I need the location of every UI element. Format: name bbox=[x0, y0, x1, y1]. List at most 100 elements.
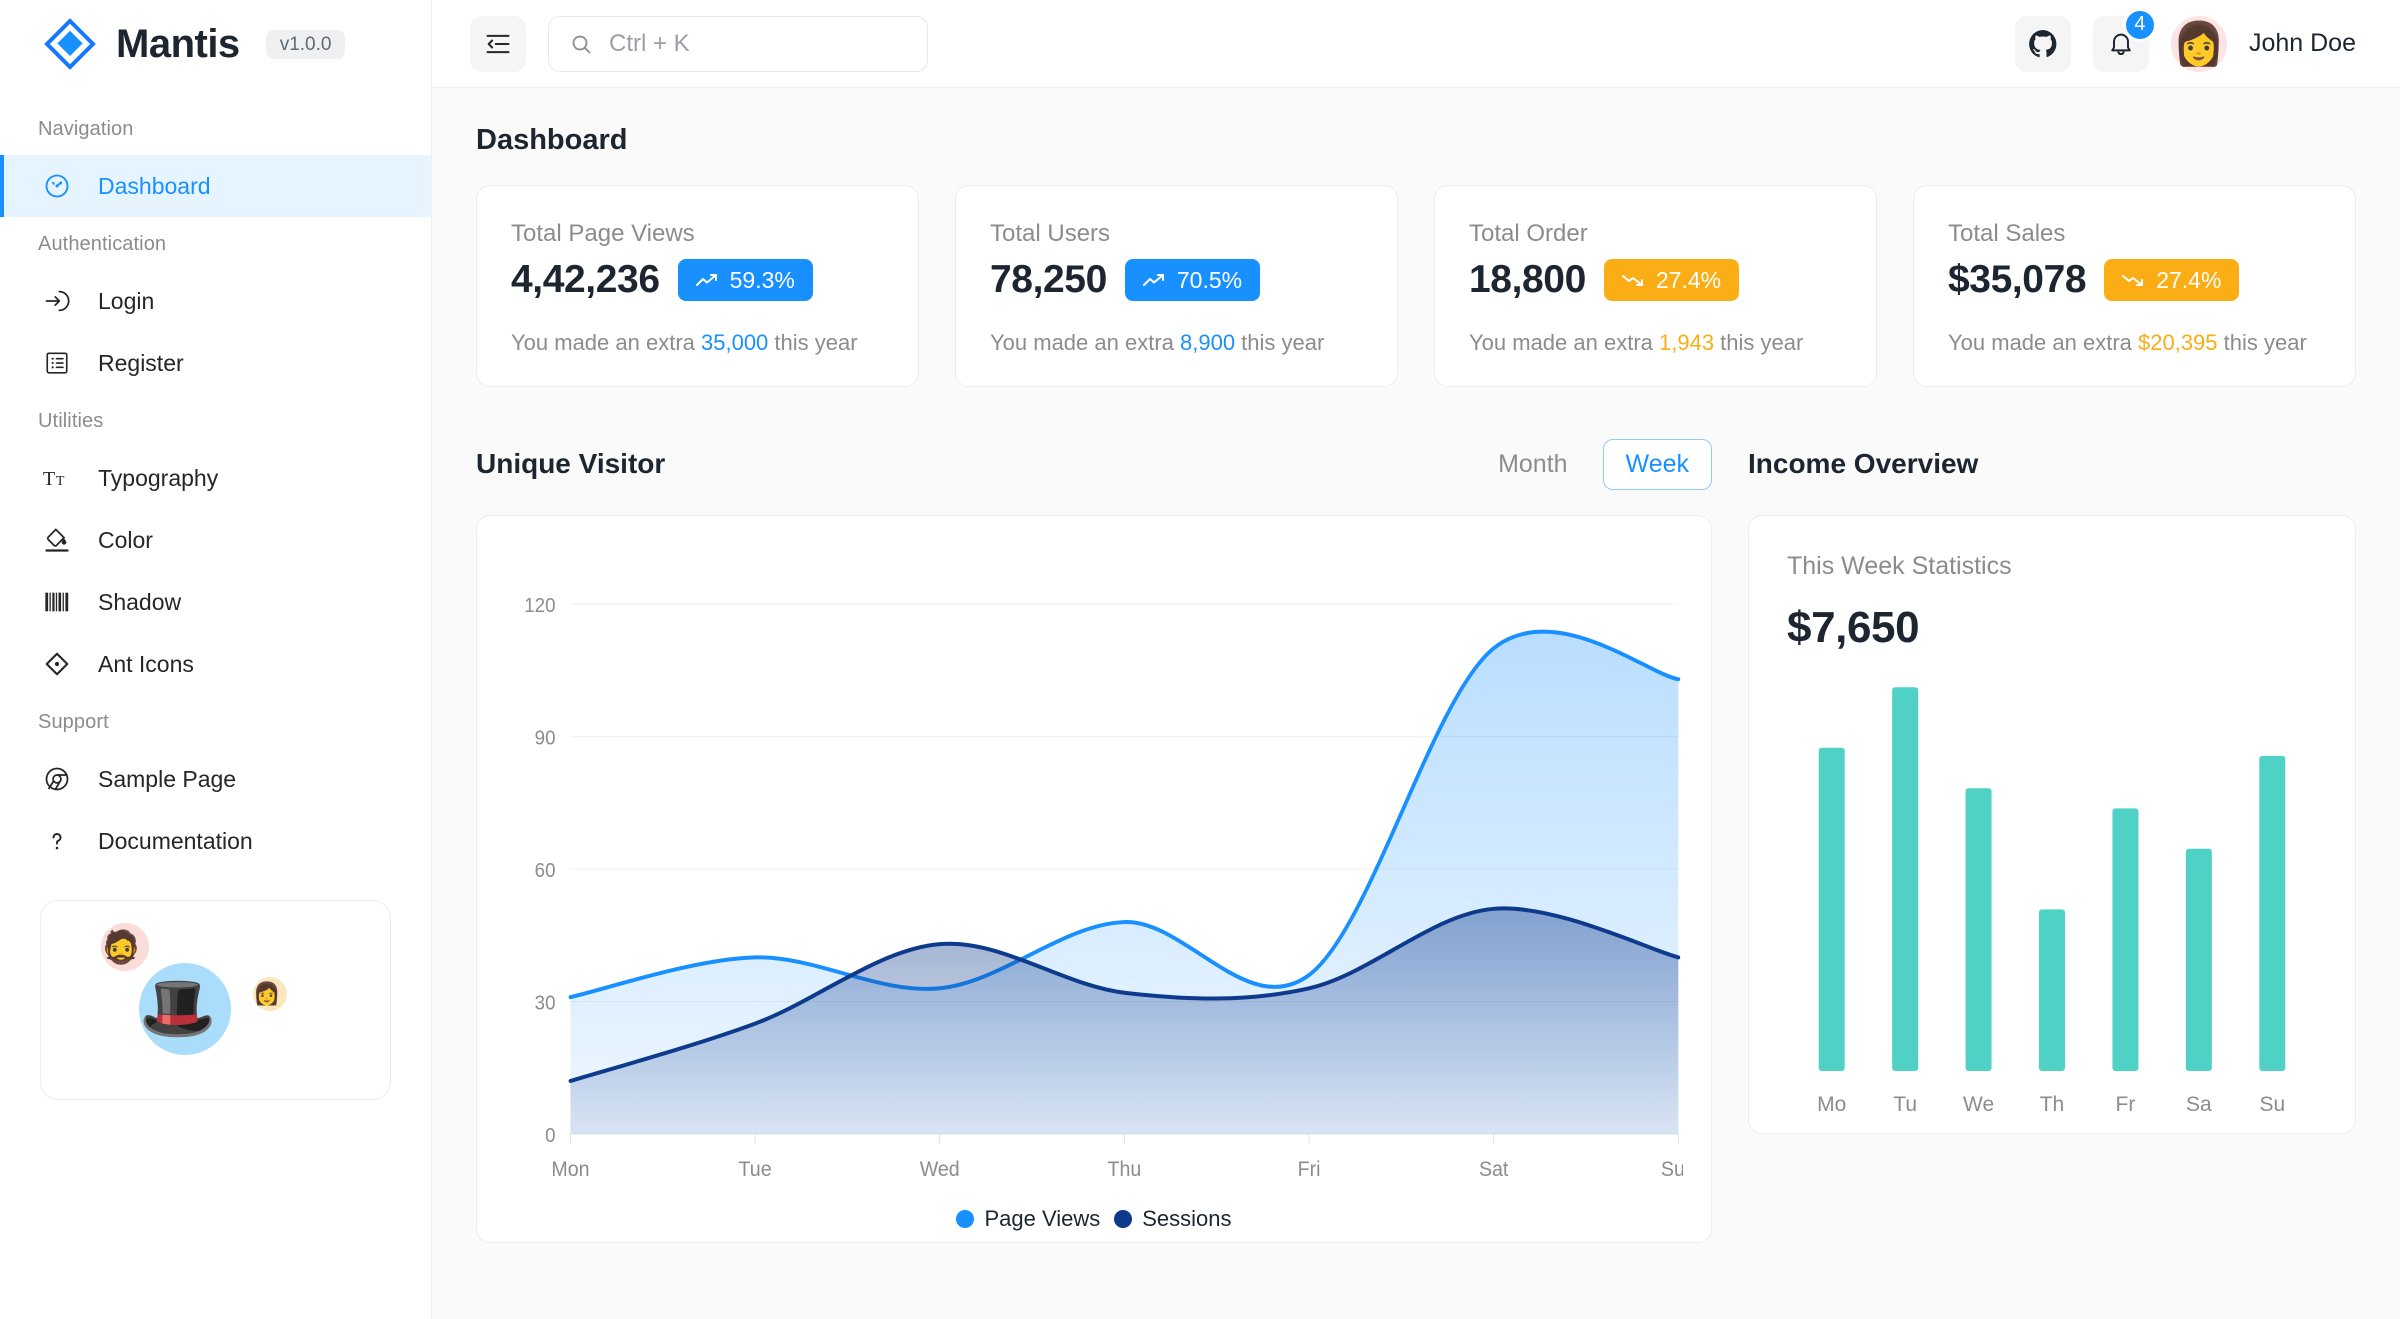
sidebar-item-dashboard[interactable]: Dashboard bbox=[0, 155, 431, 217]
brand[interactable]: Mantis v1.0.0 bbox=[0, 0, 431, 88]
topbar-actions: 4 👩 John Doe bbox=[2014, 7, 2356, 72]
notification-count-badge: 4 bbox=[2122, 7, 2157, 42]
sidebar-item-documentation[interactable]: Documentation bbox=[0, 810, 431, 872]
stat-value: 4,42,236 bbox=[511, 258, 660, 301]
stat-foot-value: 1,943 bbox=[1659, 330, 1715, 355]
stat-foot-prefix: You made an extra bbox=[1948, 330, 2138, 355]
legend-page-views[interactable]: Page Views bbox=[956, 1206, 1100, 1232]
svg-text:Mo: Mo bbox=[1817, 1093, 1846, 1116]
sidebar-item-label: Documentation bbox=[98, 827, 253, 854]
sidebar-item-shadow[interactable]: Shadow bbox=[0, 571, 431, 633]
svg-text:We: We bbox=[1963, 1093, 1994, 1116]
svg-text:Wed: Wed bbox=[920, 1158, 960, 1181]
stat-value: 18,800 bbox=[1469, 258, 1586, 301]
income-bar-chart[interactable]: Mo Tu We Th Fr Sa Su bbox=[1787, 653, 2317, 1123]
sidebar-item-sample-page[interactable]: Sample Page bbox=[0, 748, 431, 810]
legend-color-dot bbox=[1114, 1210, 1133, 1228]
status-badge: 59.3% bbox=[677, 259, 813, 301]
sidebar-item-label: Sample Page bbox=[98, 765, 237, 792]
range-toggle: Month Week bbox=[1475, 438, 1712, 490]
stat-value-row: $35,078 27.4% bbox=[1948, 258, 2321, 302]
stat-cards-row: Total Page Views 4,42,236 59.3% You made… bbox=[476, 185, 2356, 387]
stat-value-row: 4,42,236 59.3% bbox=[511, 258, 884, 302]
income-overview-header: Income Overview bbox=[1748, 437, 2356, 491]
user-avatar[interactable]: 👩 bbox=[2170, 15, 2227, 72]
stat-label: Total Sales bbox=[1948, 220, 2066, 247]
register-form-icon bbox=[42, 348, 72, 378]
stat-foot-suffix: this year bbox=[2217, 330, 2307, 355]
stat-percent: 27.4% bbox=[1655, 266, 1722, 293]
svg-text:Fr: Fr bbox=[2116, 1093, 2136, 1116]
sidebar-item-label: Shadow bbox=[98, 588, 182, 615]
user-name[interactable]: John Doe bbox=[2249, 29, 2356, 58]
sidebar-collapse-icon-button[interactable] bbox=[470, 15, 526, 72]
mantis-diamond-logo-icon bbox=[44, 18, 96, 70]
sidebar-promo-card[interactable]: 🧔 🎩 👩 bbox=[40, 900, 391, 1100]
stat-value-row: 18,800 27.4% bbox=[1469, 258, 1842, 302]
unique-visitor-section: Unique Visitor Month Week 0 30 60 90 120 Mon T… bbox=[476, 437, 1712, 1243]
brand-name: Mantis bbox=[116, 21, 240, 66]
stat-card-total-sales[interactable]: Total Sales $35,078 27.4% You made an ex… bbox=[1913, 185, 2356, 387]
svg-text:Sat: Sat bbox=[1479, 1158, 1509, 1181]
stat-foot-suffix: this year bbox=[1714, 330, 1804, 355]
legend-sessions[interactable]: Sessions bbox=[1114, 1206, 1232, 1232]
search-input[interactable] bbox=[609, 29, 907, 58]
color-fill-icon bbox=[42, 525, 72, 555]
range-month-button[interactable]: Month bbox=[1475, 439, 1590, 490]
avatar-primary: 🎩 bbox=[139, 963, 231, 1055]
stat-card-total-users[interactable]: Total Users 78,250 70.5% You made an ext… bbox=[955, 185, 1398, 387]
page-title: Dashboard bbox=[476, 124, 628, 156]
svg-text:Sun: Sun bbox=[1661, 1158, 1683, 1181]
stat-label: Total Page Views bbox=[511, 220, 695, 247]
sidebar-item-typography[interactable]: T T Typography bbox=[0, 447, 431, 509]
sidebar-item-login[interactable]: Login bbox=[0, 270, 431, 332]
range-week-button[interactable]: Week bbox=[1602, 438, 1712, 490]
sidebar-item-register[interactable]: Register bbox=[0, 332, 431, 394]
svg-text:Sa: Sa bbox=[2186, 1093, 2212, 1116]
dashboard-gauge-icon bbox=[42, 171, 72, 201]
search-box[interactable] bbox=[548, 15, 928, 72]
sidebar-item-label: Ant Icons bbox=[98, 650, 194, 677]
sidebar-item-color[interactable]: Color bbox=[0, 509, 431, 571]
svg-text:T: T bbox=[43, 468, 55, 490]
legend-label: Page Views bbox=[984, 1206, 1101, 1231]
svg-text:120: 120 bbox=[524, 595, 555, 618]
svg-text:Mon: Mon bbox=[551, 1158, 589, 1181]
dashboard-content: Dashboard Total Page Views 4,42,236 59.3… bbox=[432, 88, 2400, 1243]
login-arrow-icon bbox=[42, 286, 72, 316]
area-chart[interactable]: 0 30 60 90 120 Mon Tue Wed Thu Fri Sat Sun bbox=[505, 542, 1683, 1202]
stat-value: $35,078 bbox=[1948, 258, 2087, 301]
app-root: Mantis v1.0.0 Navigation Dashboard Authe… bbox=[0, 0, 2400, 1319]
stat-foot-prefix: You made an extra bbox=[511, 330, 701, 355]
area-chart-legend: Page Views Sessions bbox=[505, 1202, 1683, 1232]
income-overview-panel: This Week Statistics $7,650 Mo Tu We Th Fr Sa… bbox=[1748, 515, 2356, 1134]
stat-card-total-order[interactable]: Total Order 18,800 27.4% You made an ext… bbox=[1434, 185, 1877, 387]
chrome-icon bbox=[42, 764, 72, 794]
svg-text:30: 30 bbox=[535, 992, 556, 1015]
legend-label: Sessions bbox=[1142, 1206, 1232, 1231]
sidebar-item-label: Color bbox=[98, 526, 153, 553]
nav-caption-support: Support bbox=[38, 711, 109, 733]
sidebar-item-label: Typography bbox=[98, 464, 219, 491]
sidebar: Mantis v1.0.0 Navigation Dashboard Authe… bbox=[0, 0, 432, 1319]
stat-footnote: You made an extra 8,900 this year bbox=[990, 330, 1363, 356]
stat-card-total-page-views[interactable]: Total Page Views 4,42,236 59.3% You made… bbox=[476, 185, 919, 387]
shadow-barcode-icon bbox=[42, 587, 72, 617]
notifications-bell-button[interactable]: 4 bbox=[2092, 7, 2157, 72]
github-icon-button[interactable] bbox=[2014, 15, 2071, 72]
sidebar-item-label: Dashboard bbox=[98, 172, 211, 199]
legend-color-dot bbox=[956, 1210, 975, 1228]
main-area: 4 👩 John Doe Dashboard Total Page Views … bbox=[432, 0, 2400, 1319]
stat-percent: 70.5% bbox=[1176, 266, 1243, 293]
sidebar-nav: Navigation Dashboard Authentication Logi… bbox=[0, 88, 431, 1319]
sidebar-item-ant-icons[interactable]: Ant Icons bbox=[0, 633, 431, 695]
status-badge: 27.4% bbox=[1603, 259, 1740, 301]
trend-up-icon bbox=[1142, 273, 1165, 287]
income-amount: $7,650 bbox=[1787, 603, 1920, 652]
stat-value: 78,250 bbox=[990, 258, 1107, 301]
trend-down-icon bbox=[2122, 273, 2144, 287]
trend-down-icon bbox=[1621, 273, 1644, 287]
stat-foot-prefix: You made an extra bbox=[1469, 330, 1659, 355]
stat-foot-value: $20,395 bbox=[2138, 330, 2218, 355]
sidebar-item-label: Register bbox=[98, 349, 184, 376]
